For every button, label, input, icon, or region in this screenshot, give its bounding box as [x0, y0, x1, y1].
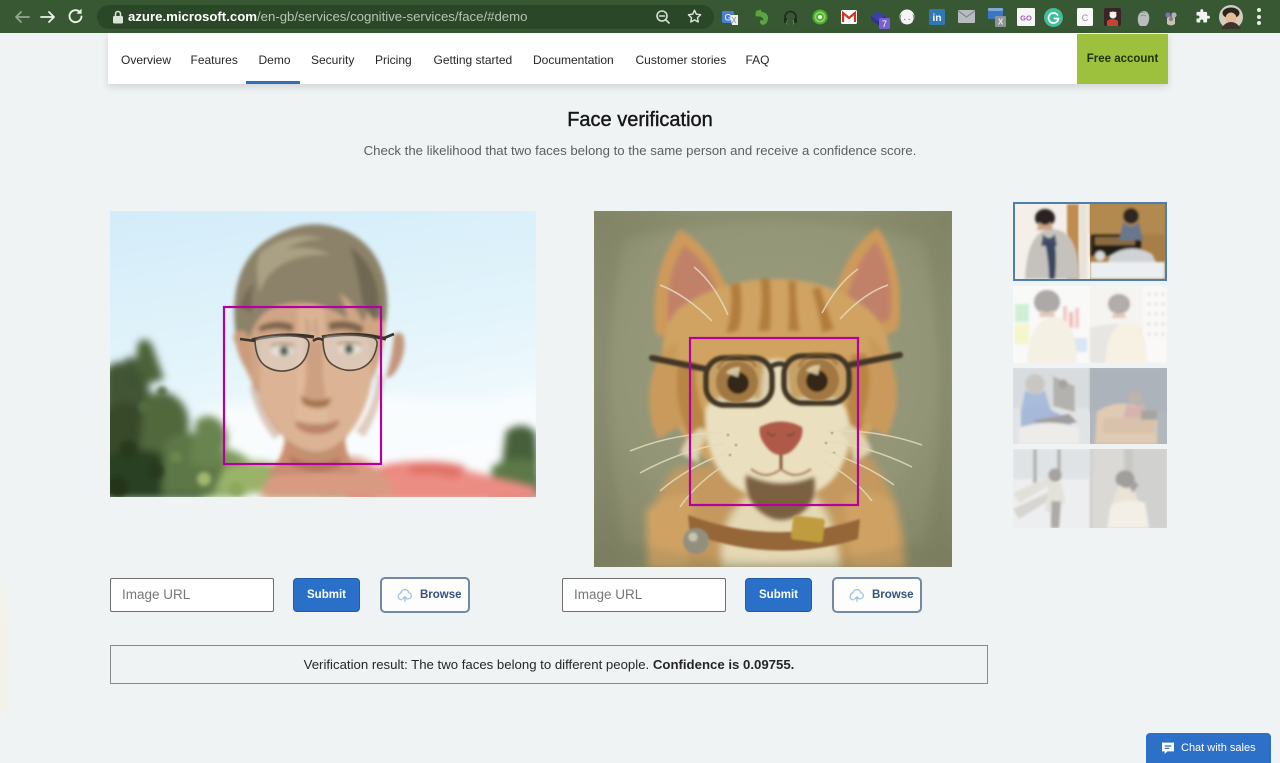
svg-text:7: 7 — [882, 19, 887, 29]
svg-text:in: in — [933, 13, 942, 24]
svg-text:(: ( — [786, 20, 788, 25]
svg-text:GO: GO — [1020, 14, 1032, 23]
svg-text:(..): (..) — [899, 15, 915, 23]
svg-text:X: X — [998, 18, 1004, 27]
svg-text:G: G — [724, 13, 731, 23]
svg-text:C: C — [1082, 13, 1089, 23]
